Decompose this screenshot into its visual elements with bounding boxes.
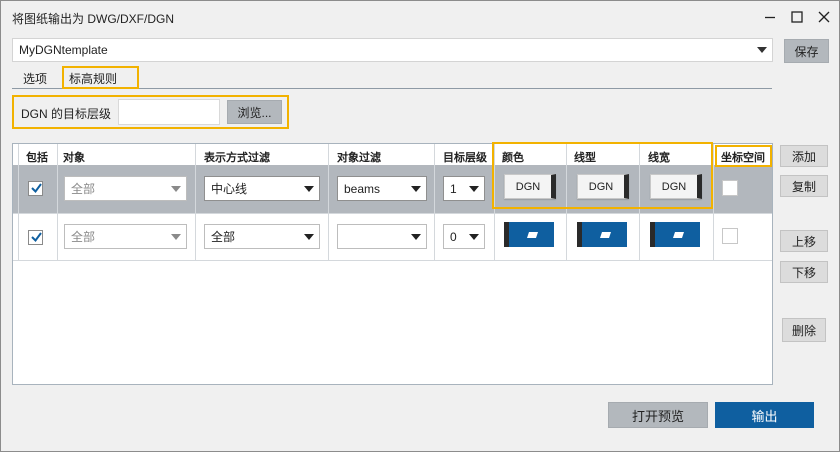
header-coord-space: 坐标空间 bbox=[721, 152, 765, 164]
header-object: 对象 bbox=[63, 152, 85, 164]
check-icon bbox=[31, 183, 42, 194]
target-level-input[interactable] bbox=[118, 99, 220, 125]
target-level-combo[interactable]: 0 bbox=[443, 224, 485, 249]
close-button[interactable] bbox=[811, 5, 837, 29]
add-button[interactable]: 添加 bbox=[780, 145, 828, 167]
chevron-down-icon bbox=[464, 233, 484, 240]
linewidth-picker-button[interactable] bbox=[650, 222, 700, 247]
template-value: MyDGNtemplate bbox=[19, 43, 108, 57]
object-filter-combo[interactable]: beams bbox=[337, 176, 427, 201]
header-object-filter: 对象过滤 bbox=[337, 152, 381, 164]
repr-filter-value: 中心线 bbox=[211, 182, 248, 196]
chevron-down-icon bbox=[166, 185, 186, 192]
object-filter-value: beams bbox=[344, 181, 381, 196]
pencil-icon bbox=[599, 231, 611, 238]
repr-filter-value: 全部 bbox=[211, 230, 236, 244]
open-preview-button[interactable]: 打开预览 bbox=[608, 402, 708, 428]
rules-grid: 包括 对象 表示方式过滤 对象过滤 目标层级 颜色 线型 线宽 坐标空间 全部 … bbox=[12, 143, 773, 385]
target-level-value: 1 bbox=[450, 181, 457, 196]
title-bar: 将图纸输出为 DWG/DXF/DGN bbox=[1, 1, 839, 33]
target-level-value: 0 bbox=[450, 229, 457, 244]
move-down-button[interactable]: 下移 bbox=[780, 261, 828, 283]
tab-options[interactable]: 选项 bbox=[12, 67, 58, 89]
coord-space-checkbox[interactable] bbox=[722, 228, 738, 244]
color-picker-button[interactable] bbox=[504, 222, 554, 247]
export-dialog: 将图纸输出为 DWG/DXF/DGN MyDGNtemplate 保存 选项 标… bbox=[0, 0, 840, 452]
target-level-combo[interactable]: 1 bbox=[443, 176, 485, 201]
repr-filter-combo[interactable]: 全部 bbox=[204, 224, 320, 249]
check-icon bbox=[31, 232, 42, 243]
tab-bar: 选项 标高规则 bbox=[12, 67, 128, 89]
object-combo[interactable]: 全部 bbox=[64, 224, 187, 249]
target-level-label: DGN 的目标层级 bbox=[21, 107, 112, 121]
object-filter-combo[interactable] bbox=[337, 224, 427, 249]
linetype-picker-button[interactable] bbox=[577, 222, 627, 247]
chevron-down-icon bbox=[166, 233, 186, 240]
save-button[interactable]: 保存 bbox=[784, 39, 829, 63]
chevron-down-icon bbox=[406, 233, 426, 240]
chevron-down-icon bbox=[406, 185, 426, 192]
include-checkbox[interactable] bbox=[28, 181, 43, 196]
pencil-icon bbox=[526, 231, 538, 238]
maximize-icon bbox=[791, 11, 803, 23]
move-up-button[interactable]: 上移 bbox=[780, 230, 828, 252]
minimize-button[interactable] bbox=[757, 5, 783, 29]
delete-button[interactable]: 删除 bbox=[782, 318, 826, 342]
linetype-dgn-button[interactable]: DGN bbox=[577, 174, 629, 199]
chevron-down-icon bbox=[752, 39, 772, 61]
export-button[interactable]: 输出 bbox=[715, 402, 814, 428]
repr-filter-combo[interactable]: 中心线 bbox=[204, 176, 320, 201]
tab-level-rules[interactable]: 标高规则 bbox=[58, 67, 128, 89]
close-icon bbox=[818, 11, 830, 23]
chevron-down-icon bbox=[299, 185, 319, 192]
chevron-down-icon bbox=[299, 233, 319, 240]
maximize-button[interactable] bbox=[784, 5, 810, 29]
header-linewidth: 线宽 bbox=[648, 152, 670, 164]
header-include: 包括 bbox=[26, 152, 48, 164]
pencil-icon bbox=[672, 231, 684, 238]
copy-button[interactable]: 复制 bbox=[780, 175, 828, 197]
browse-button[interactable]: 浏览... bbox=[227, 100, 282, 124]
header-linetype: 线型 bbox=[574, 152, 596, 164]
header-target-level: 目标层级 bbox=[443, 152, 487, 164]
object-value: 全部 bbox=[71, 230, 96, 244]
template-select[interactable]: MyDGNtemplate bbox=[12, 38, 773, 62]
object-combo[interactable]: 全部 bbox=[64, 176, 187, 201]
header-color: 颜色 bbox=[502, 152, 524, 164]
window-title: 将图纸输出为 DWG/DXF/DGN bbox=[12, 12, 174, 26]
object-value: 全部 bbox=[71, 182, 96, 196]
tab-divider bbox=[12, 88, 772, 89]
include-checkbox[interactable] bbox=[28, 230, 43, 245]
coord-space-checkbox[interactable] bbox=[722, 180, 738, 196]
minimize-icon bbox=[765, 16, 775, 19]
chevron-down-icon bbox=[464, 185, 484, 192]
linewidth-dgn-button[interactable]: DGN bbox=[650, 174, 702, 199]
header-repr-filter: 表示方式过滤 bbox=[204, 152, 270, 164]
color-dgn-button[interactable]: DGN bbox=[504, 174, 556, 199]
